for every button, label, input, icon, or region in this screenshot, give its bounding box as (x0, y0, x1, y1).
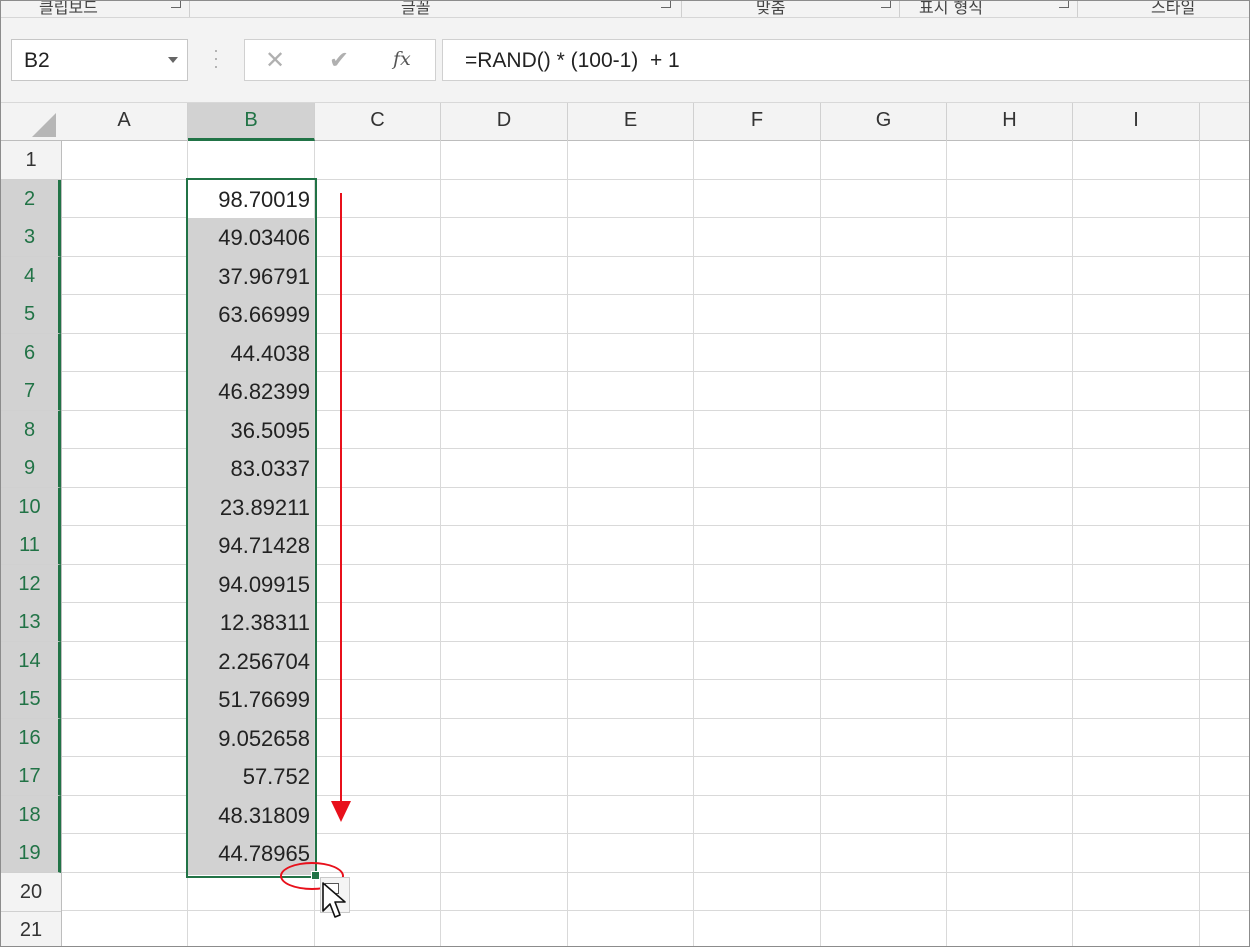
row-header-2[interactable]: 2 (1, 180, 61, 219)
ribbon-group-alignment[interactable]: 맞춤 (756, 1, 785, 17)
gridline (820, 141, 821, 946)
row-header-12[interactable]: 12 (1, 565, 61, 604)
ribbon-separator (1077, 1, 1078, 17)
row-header-14[interactable]: 14 (1, 642, 61, 681)
row-header-16[interactable]: 16 (1, 719, 61, 758)
row-header-21[interactable]: 21 (1, 911, 61, 946)
column-header-b[interactable]: B (188, 103, 315, 141)
column-headers: A B C D E F G H I (1, 102, 1249, 141)
excel-window: 클립보드 글꼴 맞춤 표시 형식 스타일 B2 · · · ✕ ✔ fx =RAND… (0, 0, 1250, 947)
row-header-10[interactable]: 10 (1, 488, 61, 527)
column-header-g[interactable]: G (821, 103, 947, 141)
ribbon-separator (681, 1, 682, 17)
clipboard-launcher-icon[interactable] (171, 1, 181, 8)
column-header-a[interactable]: A (61, 103, 188, 141)
row-header-13[interactable]: 13 (1, 603, 61, 642)
cancel-icon[interactable]: ✕ (265, 46, 285, 75)
formula-input[interactable]: =RAND() * (100-1) + 1 (442, 39, 1249, 81)
gridline (440, 141, 441, 946)
row-header-17[interactable]: 17 (1, 757, 61, 796)
column-header-c[interactable]: C (315, 103, 441, 141)
row-header-3[interactable]: 3 (1, 218, 61, 257)
row-header-8[interactable]: 8 (1, 411, 61, 450)
font-launcher-icon[interactable] (661, 1, 671, 8)
selection-border (186, 178, 317, 878)
row-header-11[interactable]: 11 (1, 526, 61, 565)
ribbon-group-styles[interactable]: 스타일 (1151, 1, 1195, 17)
ribbon-group-number[interactable]: 표시 형식 (919, 1, 983, 17)
ribbon-group-font[interactable]: 글꼴 (401, 1, 430, 17)
row-header-1[interactable]: 1 (1, 141, 61, 180)
gridline (946, 141, 947, 946)
row-header-4[interactable]: 4 (1, 257, 61, 296)
formula-text: =RAND() * (100-1) + 1 (465, 49, 680, 72)
row-header-5[interactable]: 5 (1, 295, 61, 334)
row-header-18[interactable]: 18 (1, 796, 61, 835)
row-header-19[interactable]: 19 (1, 834, 61, 873)
chevron-down-icon[interactable] (168, 57, 178, 63)
name-box[interactable]: B2 (11, 39, 188, 81)
gridline (1072, 141, 1073, 946)
number-launcher-icon[interactable] (1059, 1, 1069, 8)
column-header-h[interactable]: H (947, 103, 1073, 141)
name-box-value: B2 (24, 49, 50, 72)
column-header-i[interactable]: I (1073, 103, 1200, 141)
arrow-down-icon (331, 801, 351, 822)
enter-check-icon[interactable]: ✔ (329, 46, 349, 75)
drag-handle-icon[interactable]: · · · (213, 41, 219, 75)
row-header-6[interactable]: 6 (1, 334, 61, 373)
ribbon-separator (899, 1, 900, 17)
formula-bar: B2 · · · ✕ ✔ fx =RAND() * (100-1) + 1 (1, 18, 1249, 102)
mouse-cursor-icon (322, 882, 346, 918)
alignment-launcher-icon[interactable] (881, 1, 891, 8)
insert-function-icon[interactable]: fx (393, 48, 411, 70)
gridline (567, 141, 568, 946)
select-all-button[interactable] (1, 103, 61, 141)
ribbon-group-clipboard[interactable]: 클립보드 (39, 1, 98, 17)
row-header-7[interactable]: 7 (1, 372, 61, 411)
gridline (1199, 141, 1200, 946)
ribbon-group-strip: 클립보드 글꼴 맞춤 표시 형식 스타일 (1, 1, 1249, 18)
row-header-15[interactable]: 15 (1, 680, 61, 719)
column-header-next[interactable] (1200, 103, 1249, 141)
select-all-triangle-icon (32, 113, 56, 137)
ribbon-separator (189, 1, 190, 17)
formula-buttons: ✕ ✔ fx (244, 39, 436, 81)
annotation-arrow (340, 193, 342, 805)
gridline (693, 141, 694, 946)
column-header-f[interactable]: F (694, 103, 821, 141)
column-header-d[interactable]: D (441, 103, 568, 141)
gridline (62, 910, 1249, 911)
row-header-9[interactable]: 9 (1, 449, 61, 488)
row-header-20[interactable]: 20 (1, 873, 61, 912)
column-header-e[interactable]: E (568, 103, 694, 141)
row-headers: 1 2 3 4 5 6 7 8 9 10 11 12 13 14 15 16 1… (1, 141, 61, 946)
